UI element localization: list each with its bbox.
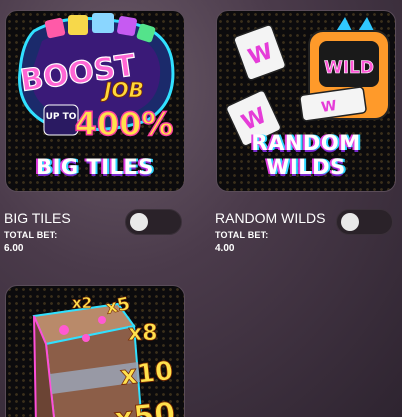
multiplier-x10: x10 bbox=[119, 356, 175, 391]
toggle-knob bbox=[130, 213, 148, 231]
tile-caption: RANDOM WILDS bbox=[251, 131, 361, 179]
percent-logo-text: 400% bbox=[75, 105, 174, 143]
multiplier-box-art: x2 x5 x8 x10 x50 bbox=[32, 293, 177, 417]
feature-tile-random-wilds[interactable]: W W WILD W RANDOM WILDS bbox=[216, 10, 396, 192]
feature-name-big-tiles: BIG TILES bbox=[4, 210, 71, 226]
tile-caption: BIG TILES bbox=[36, 155, 154, 179]
multiplier-x8: x8 bbox=[128, 321, 158, 346]
total-bet-value: 6.00 bbox=[4, 243, 24, 254]
feature-tile-multipliers[interactable]: x2 x5 x8 x10 x50 bbox=[5, 285, 185, 417]
feature-tile-big-tiles[interactable]: BOOST JOB UP TO 400% BIG TILES bbox=[5, 10, 185, 192]
random-wilds-art: W W WILD W bbox=[225, 17, 390, 147]
toggle-knob bbox=[341, 213, 359, 231]
wild-logo-text: WILD bbox=[324, 58, 374, 78]
multiplier-x2: x2 bbox=[72, 294, 92, 312]
svg-text:W: W bbox=[320, 98, 338, 116]
up-to-logo-text: UP TO bbox=[46, 112, 77, 122]
boost-job-art: BOOST JOB UP TO 400% bbox=[18, 13, 175, 144]
job-logo-text: JOB bbox=[100, 78, 144, 102]
random-wilds-toggle[interactable] bbox=[336, 209, 393, 235]
total-bet-value: 4.00 bbox=[215, 243, 235, 254]
total-bet-label: TOTAL BET: bbox=[4, 230, 58, 240]
feature-buy-panel: BOOST JOB UP TO 400% BIG TILES W W WILD … bbox=[0, 0, 402, 417]
multiplier-x5: x5 bbox=[104, 293, 132, 319]
big-tiles-toggle[interactable] bbox=[125, 209, 182, 235]
feature-name-random-wilds: RANDOM WILDS bbox=[215, 210, 326, 226]
total-bet-label: TOTAL BET: bbox=[215, 230, 269, 240]
